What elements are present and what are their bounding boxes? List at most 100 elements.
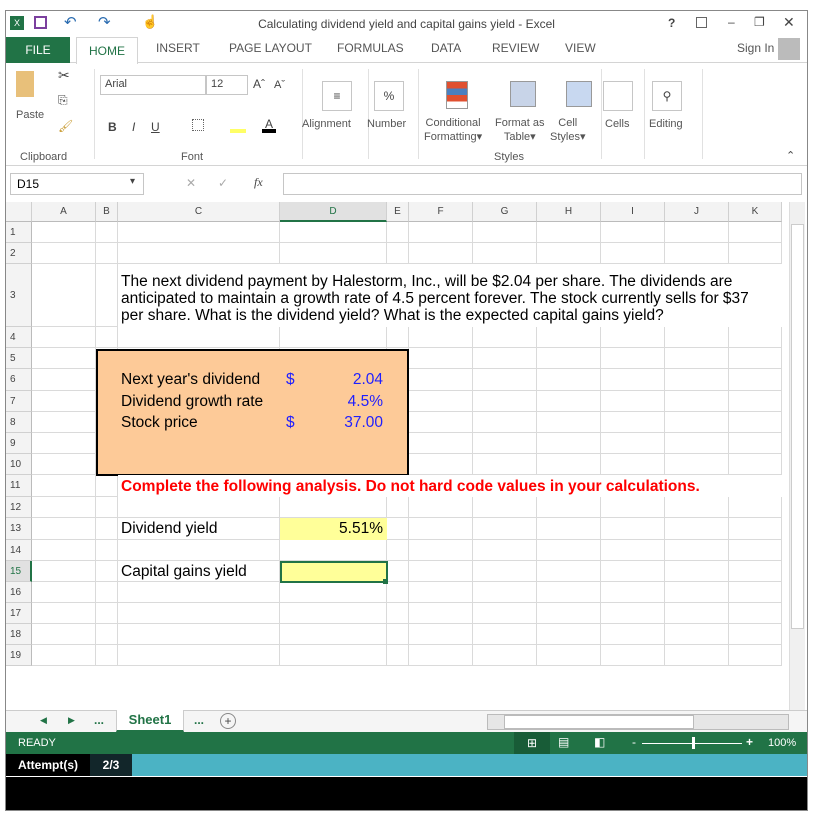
cell[interactable] — [601, 582, 665, 603]
cell[interactable] — [665, 497, 729, 518]
cell[interactable] — [280, 624, 387, 645]
cell[interactable] — [409, 454, 473, 475]
cell[interactable] — [32, 518, 96, 540]
cell[interactable] — [280, 603, 387, 624]
cell[interactable] — [665, 412, 729, 433]
column-header[interactable]: J — [665, 202, 729, 222]
cell[interactable] — [601, 540, 665, 561]
cell[interactable] — [409, 561, 473, 582]
cell[interactable] — [537, 497, 601, 518]
cell[interactable] — [537, 243, 601, 264]
cell[interactable] — [118, 624, 280, 645]
cell[interactable] — [387, 540, 409, 561]
cell[interactable] — [280, 327, 387, 348]
number-icon[interactable]: % — [374, 81, 404, 111]
scroll-thumb[interactable] — [791, 224, 804, 629]
cell[interactable] — [601, 645, 665, 666]
cell[interactable] — [473, 433, 537, 454]
cell[interactable] — [665, 391, 729, 412]
tab-formulas[interactable]: FORMULAS — [337, 41, 404, 55]
cell-styles-button[interactable]: Cell Styles▾ — [550, 116, 586, 144]
vertical-scrollbar[interactable] — [789, 202, 805, 710]
cell[interactable] — [96, 645, 118, 666]
restore-button[interactable]: ❐ — [754, 15, 765, 29]
cell[interactable] — [537, 222, 601, 243]
column-header[interactable]: B — [96, 202, 118, 222]
cell[interactable] — [665, 624, 729, 645]
cell[interactable] — [729, 454, 782, 475]
column-header[interactable]: G — [473, 202, 537, 222]
cell[interactable] — [473, 540, 537, 561]
row-header[interactable]: 14 — [6, 540, 32, 561]
cell[interactable] — [729, 243, 782, 264]
cell[interactable] — [32, 412, 96, 433]
row-header[interactable]: 12 — [6, 497, 32, 518]
zoom-out-button[interactable]: - — [632, 735, 636, 749]
cell[interactable] — [387, 222, 409, 243]
cell[interactable] — [118, 603, 280, 624]
font-size-dropdown[interactable]: 12 — [206, 75, 248, 95]
cell[interactable] — [473, 327, 537, 348]
cell[interactable] — [665, 433, 729, 454]
row-header[interactable]: 5 — [6, 348, 32, 369]
conditional-formatting-button[interactable]: Conditional Formatting▾ — [424, 116, 482, 144]
row-header[interactable]: 1 — [6, 222, 32, 243]
cell[interactable] — [280, 645, 387, 666]
tab-data[interactable]: DATA — [431, 41, 461, 55]
cell[interactable] — [32, 222, 96, 243]
cell[interactable] — [537, 369, 601, 391]
cell[interactable] — [537, 540, 601, 561]
cell[interactable] — [473, 348, 537, 369]
row-header[interactable]: 2 — [6, 243, 32, 264]
cell[interactable] — [118, 327, 280, 348]
find-binoculars-icon[interactable]: ⚲ — [652, 81, 682, 111]
row-header[interactable]: 7 — [6, 391, 32, 412]
row-header[interactable]: 15 — [6, 561, 32, 582]
cell[interactable] — [387, 561, 409, 582]
cell[interactable] — [409, 369, 473, 391]
cell[interactable] — [118, 540, 280, 561]
cell[interactable] — [32, 561, 96, 582]
cell[interactable] — [118, 243, 280, 264]
cell[interactable] — [729, 518, 782, 540]
cell[interactable] — [537, 561, 601, 582]
horizontal-scrollbar[interactable] — [487, 714, 789, 730]
cell[interactable] — [387, 645, 409, 666]
tab-file[interactable]: FILE — [6, 37, 70, 63]
cell[interactable] — [96, 561, 118, 582]
row-header[interactable]: 18 — [6, 624, 32, 645]
row-header[interactable]: 6 — [6, 369, 32, 391]
cells-button[interactable]: Cells — [605, 118, 629, 130]
cell[interactable] — [665, 603, 729, 624]
font-color-icon[interactable]: A — [262, 117, 276, 133]
cell[interactable] — [409, 645, 473, 666]
alignment-button[interactable]: Alignment — [302, 118, 351, 130]
cell[interactable] — [473, 518, 537, 540]
cell[interactable] — [729, 497, 782, 518]
cell[interactable] — [387, 518, 409, 540]
cell[interactable] — [473, 561, 537, 582]
cell[interactable] — [32, 391, 96, 412]
cell[interactable] — [537, 327, 601, 348]
cell[interactable] — [729, 582, 782, 603]
cell[interactable] — [601, 369, 665, 391]
cell[interactable] — [729, 412, 782, 433]
cancel-icon[interactable]: ✕ — [186, 176, 196, 190]
italic-button[interactable]: I — [132, 120, 135, 134]
column-header[interactable]: I — [601, 202, 665, 222]
cell[interactable] — [601, 454, 665, 475]
column-header[interactable]: A — [32, 202, 96, 222]
cell[interactable] — [601, 497, 665, 518]
prev-sheet-icon[interactable]: ◀ — [40, 715, 47, 726]
editing-button[interactable]: Editing — [649, 118, 683, 130]
cell[interactable] — [665, 518, 729, 540]
cell[interactable] — [280, 222, 387, 243]
cell[interactable] — [473, 222, 537, 243]
cell[interactable] — [409, 540, 473, 561]
format-painter-icon[interactable]: 🖌 — [58, 119, 73, 133]
cell[interactable] — [665, 645, 729, 666]
cell[interactable] — [409, 582, 473, 603]
row-header[interactable]: 19 — [6, 645, 32, 666]
name-box[interactable]: D15 — [10, 173, 144, 195]
cell[interactable] — [32, 475, 96, 497]
